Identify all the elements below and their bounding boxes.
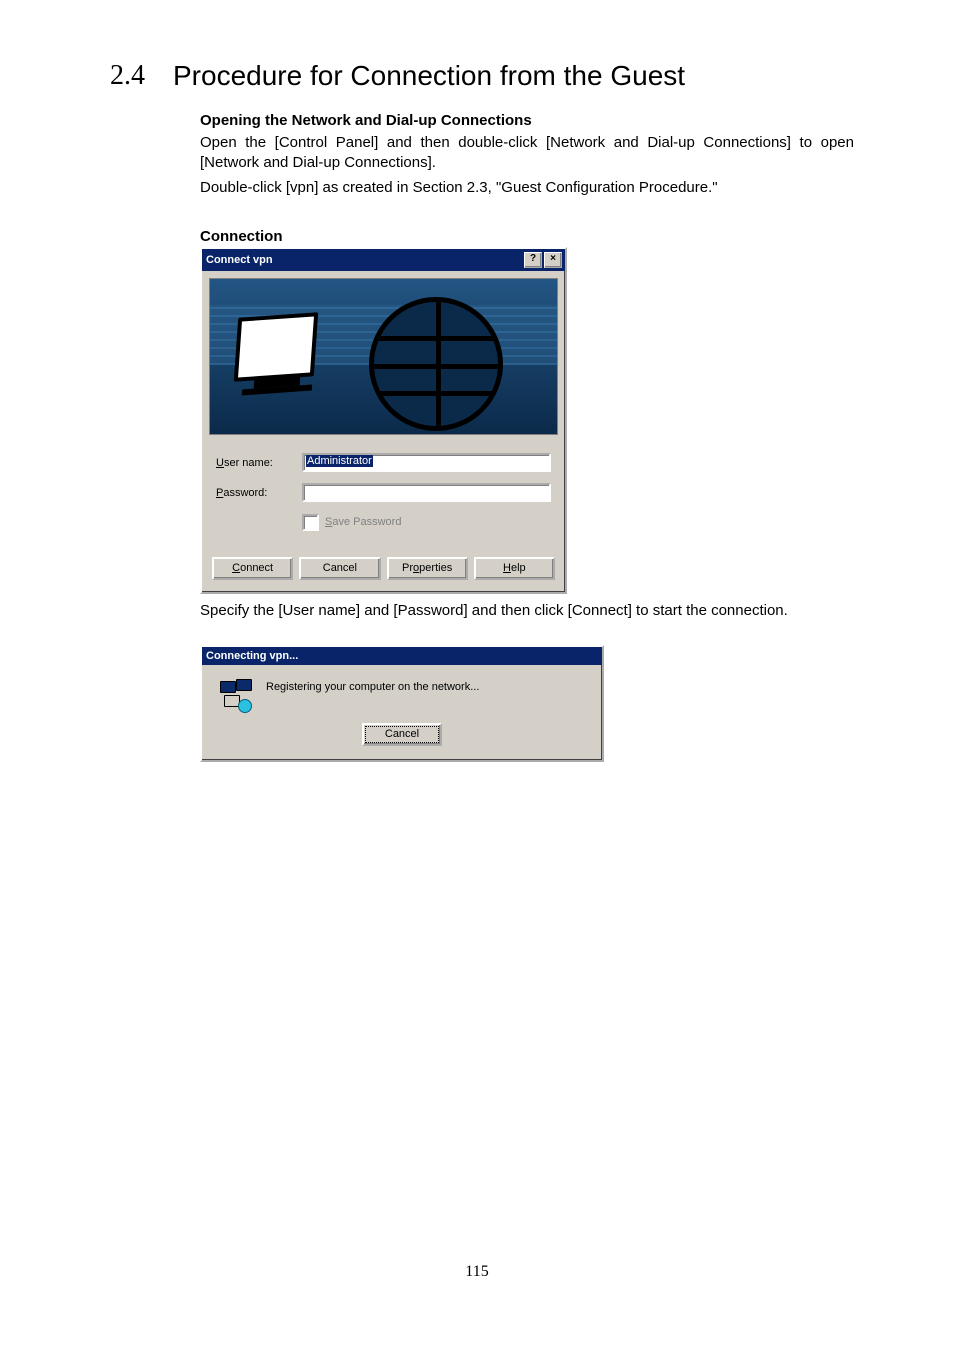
close-icon[interactable]: ×	[544, 252, 562, 268]
progress-message: Registering your computer on the network…	[266, 679, 479, 693]
titlebar[interactable]: Connect vpn ? ×	[202, 249, 565, 271]
connect-button[interactable]: Connect	[212, 557, 293, 580]
network-icon	[220, 679, 252, 713]
globe-icon	[369, 297, 503, 431]
connecting-vpn-dialog: Connecting vpn... Registering your compu…	[200, 645, 604, 762]
help-button[interactable]: Help	[474, 557, 555, 580]
properties-button[interactable]: Properties	[387, 557, 468, 580]
section-title: Procedure for Connection from the Guest	[173, 60, 685, 92]
page-number: 115	[0, 1263, 954, 1281]
titlebar-text: Connect vpn	[206, 254, 522, 266]
help-icon[interactable]: ?	[524, 252, 542, 268]
intro-subheading: Opening the Network and Dial-up Connecti…	[200, 112, 854, 129]
username-value: Administrator	[306, 455, 373, 467]
save-password-checkbox[interactable]	[302, 514, 319, 531]
password-input[interactable]	[302, 483, 551, 502]
password-label: Password:	[216, 487, 302, 499]
intro-line-2: Double-click [vpn] as created in Section…	[200, 178, 854, 198]
dialog1-caption: Connection	[200, 228, 854, 245]
progress-cancel-button[interactable]: Cancel	[362, 723, 442, 746]
after-dialog-text: Specify the [User name] and [Password] a…	[200, 602, 854, 619]
intro-line-1: Open the [Control Panel] and then double…	[200, 133, 854, 174]
connect-vpn-dialog: Connect vpn ? ×	[200, 247, 567, 594]
titlebar-2-text: Connecting vpn...	[206, 650, 599, 662]
save-password-label: Save Password	[325, 516, 401, 528]
username-label: User name:	[216, 457, 302, 469]
titlebar-2[interactable]: Connecting vpn...	[202, 647, 602, 665]
section-heading: 2.4 Procedure for Connection from the Gu…	[110, 60, 854, 92]
username-input[interactable]: Administrator	[302, 453, 551, 472]
dialog-banner	[209, 278, 558, 435]
section-number: 2.4	[110, 60, 145, 92]
cancel-button[interactable]: Cancel	[299, 557, 380, 580]
monitor-icon	[236, 315, 316, 393]
